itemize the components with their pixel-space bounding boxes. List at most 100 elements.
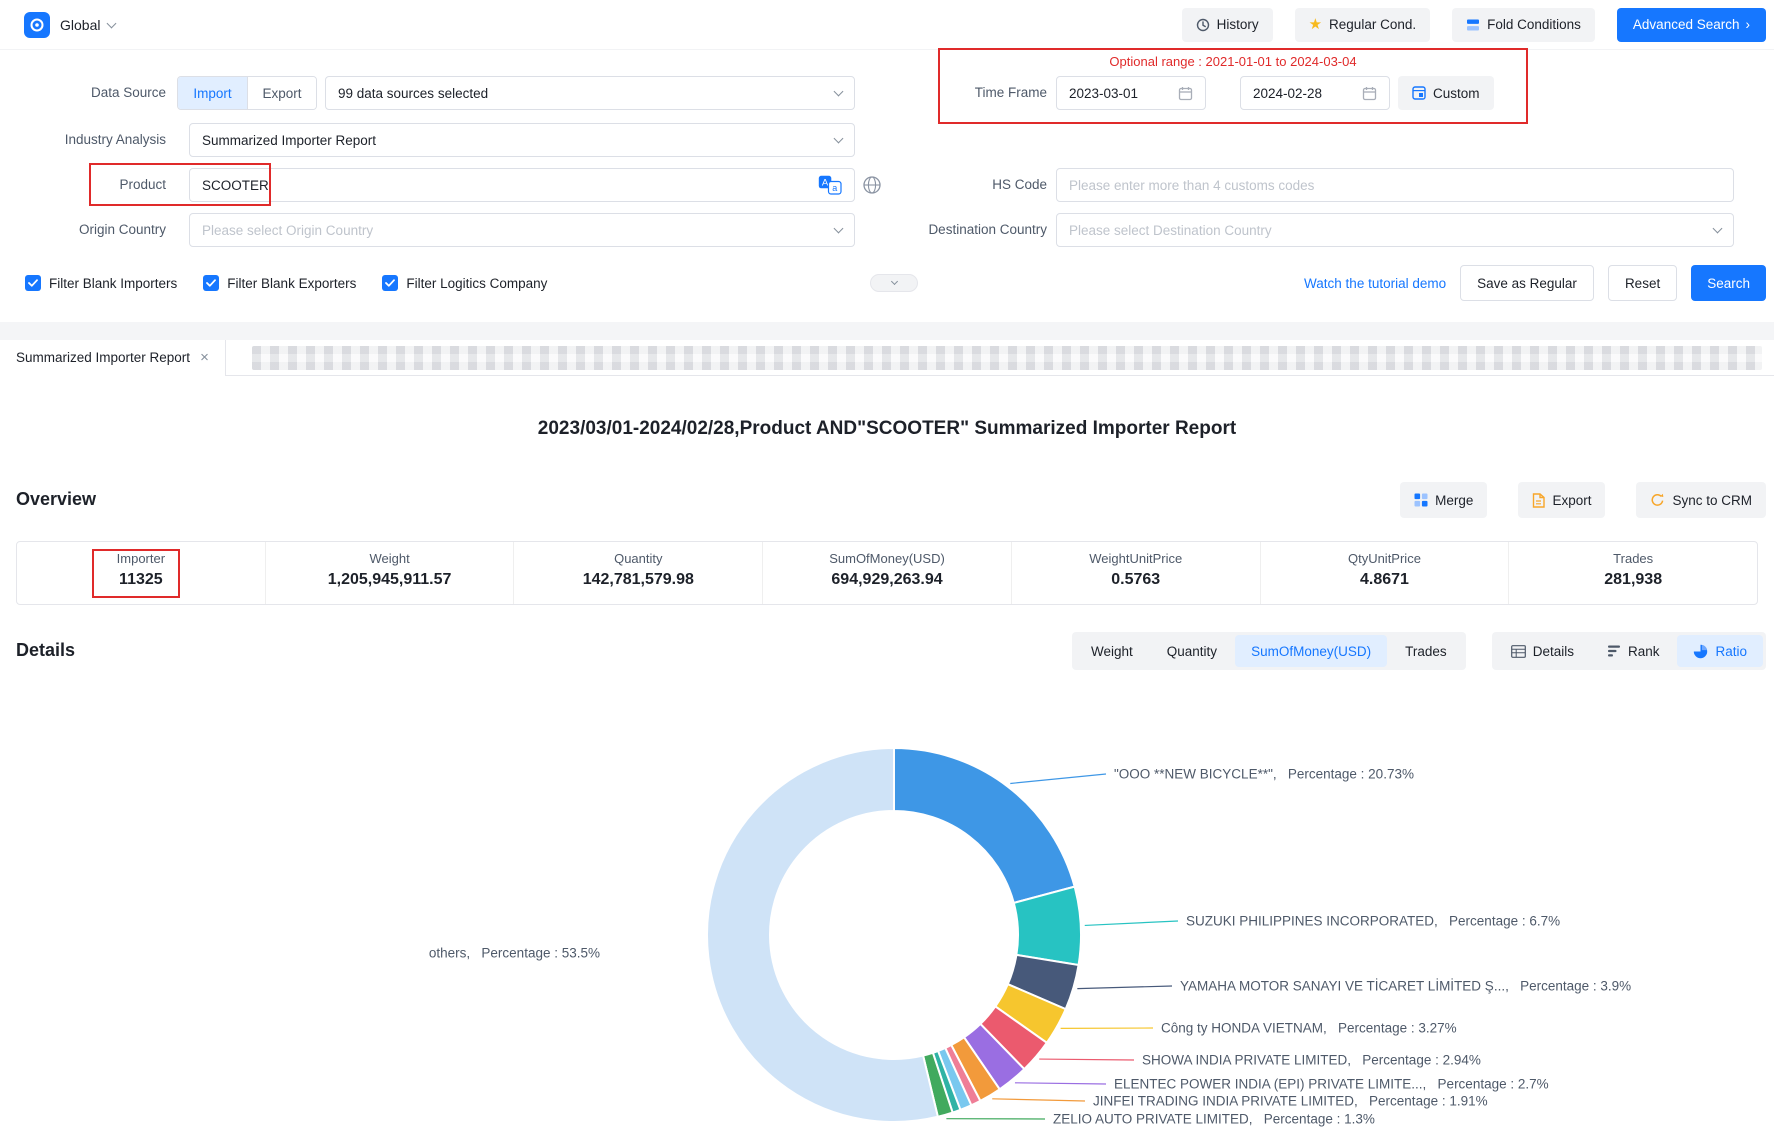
- stat-qty-unit-price: QtyUnitPrice 4.8671: [1260, 542, 1509, 604]
- pie-label: Công ty HONDA VIETNAM, Percentage : 3.27…: [1161, 1021, 1457, 1036]
- stat-quantity: Quantity 142,781,579.98: [513, 542, 762, 604]
- tab-weight[interactable]: Weight: [1075, 635, 1149, 667]
- pie-label: ZELIO AUTO PRIVATE LIMITED, Percentage :…: [1053, 1112, 1375, 1127]
- pie-icon: [1693, 644, 1708, 659]
- form-actions: Watch the tutorial demo Save as Regular …: [1304, 263, 1766, 303]
- filter-logistics-company-checkbox[interactable]: Filter Logitics Company: [382, 275, 547, 291]
- end-date-value: 2024-02-28: [1253, 86, 1322, 101]
- overview-heading: Overview: [16, 489, 96, 510]
- export-button[interactable]: Export: [1518, 482, 1605, 518]
- destination-country-label: Destination Country: [889, 213, 1047, 247]
- rank-bars-icon: [1608, 645, 1621, 657]
- stat-label: SumOfMoney(USD): [763, 551, 1011, 566]
- custom-range-icon: [1412, 86, 1426, 100]
- filter-blank-importers-checkbox[interactable]: Filter Blank Importers: [25, 275, 177, 291]
- collapse-conditions-button[interactable]: [870, 274, 918, 292]
- tab-details-view[interactable]: Details: [1495, 635, 1590, 667]
- checkbox-checked-icon: [203, 275, 219, 291]
- sync-to-crm-button[interactable]: Sync to CRM: [1636, 482, 1766, 518]
- fold-conditions-button[interactable]: Fold Conditions: [1452, 8, 1595, 42]
- regular-cond-label: Regular Cond.: [1329, 17, 1416, 32]
- tab-summarized-importer-report[interactable]: Summarized Importer Report ×: [0, 340, 226, 376]
- topbar-left: Global: [24, 12, 115, 38]
- stat-value: 281,938: [1509, 571, 1757, 589]
- hs-code-label: HS Code: [889, 168, 1047, 202]
- filter-checkbox-group: Filter Blank Importers Filter Blank Expo…: [25, 263, 547, 303]
- start-date-input[interactable]: 2023-03-01: [1056, 76, 1206, 110]
- tab-quantity[interactable]: Quantity: [1151, 635, 1233, 667]
- tab-ratio-view[interactable]: Ratio: [1677, 635, 1763, 667]
- region-selector[interactable]: Global: [60, 17, 115, 33]
- import-tab[interactable]: Import: [178, 77, 247, 109]
- topbar-right: History ★ Regular Cond. Fold Conditions …: [1182, 8, 1766, 42]
- industry-analysis-value: Summarized Importer Report: [202, 133, 376, 148]
- pie-segment[interactable]: [894, 748, 1075, 903]
- tutorial-demo-link[interactable]: Watch the tutorial demo: [1304, 276, 1446, 291]
- stat-label: Trades: [1509, 551, 1757, 566]
- fold-conditions-icon: [1466, 18, 1480, 32]
- region-label: Global: [60, 17, 100, 33]
- stat-trades: Trades 281,938: [1508, 542, 1757, 604]
- export-tab[interactable]: Export: [247, 77, 316, 109]
- pie-label: ELENTEC POWER INDIA (EPI) PRIVATE LIMITE…: [1114, 1077, 1549, 1092]
- metric-tab-group: Weight Quantity SumOfMoney(USD) Trades: [1072, 632, 1466, 670]
- stat-value: 142,781,579.98: [514, 571, 762, 589]
- stat-label: Importer: [17, 551, 265, 566]
- stat-value: 4.8671: [1261, 571, 1509, 589]
- filter-label: Filter Blank Importers: [49, 276, 177, 291]
- reset-button[interactable]: Reset: [1608, 265, 1677, 301]
- calendar-icon: [1362, 86, 1377, 101]
- hs-code-input[interactable]: [1056, 168, 1734, 202]
- sync-icon: [1650, 493, 1665, 507]
- overview-stats-card: Importer 11325 Weight 1,205,945,911.57 Q…: [16, 541, 1758, 605]
- start-date-value: 2023-03-01: [1069, 86, 1138, 101]
- chevron-down-icon: [890, 278, 897, 285]
- destination-country-select[interactable]: Please select Destination Country: [1056, 213, 1734, 247]
- stat-value: 694,929,263.94: [763, 571, 1011, 589]
- search-button[interactable]: Search: [1691, 265, 1766, 301]
- merge-button[interactable]: Merge: [1400, 482, 1487, 518]
- stat-value: 1,205,945,911.57: [266, 571, 514, 589]
- industry-analysis-select[interactable]: Summarized Importer Report: [189, 123, 855, 157]
- app-logo[interactable]: [24, 12, 50, 38]
- product-input[interactable]: [189, 168, 855, 202]
- pie-leader-line: [1039, 1059, 1134, 1060]
- chevron-down-icon: [834, 134, 844, 144]
- filter-blank-exporters-checkbox[interactable]: Filter Blank Exporters: [203, 275, 356, 291]
- pie-leader-line: [1077, 986, 1172, 989]
- close-icon[interactable]: ×: [200, 350, 209, 365]
- stat-importer: Importer 11325: [17, 542, 265, 604]
- industry-analysis-label: Industry Analysis: [8, 123, 166, 157]
- save-as-regular-button[interactable]: Save as Regular: [1460, 265, 1594, 301]
- globe-icon[interactable]: [862, 175, 882, 195]
- origin-country-select[interactable]: Please select Origin Country: [189, 213, 855, 247]
- optional-range-note: Optional range : 2021-01-01 to 2024-03-0…: [938, 54, 1528, 69]
- translate-icon[interactable]: Aa: [818, 175, 842, 195]
- data-sources-select[interactable]: 99 data sources selected: [325, 76, 855, 110]
- stat-sum-of-money: SumOfMoney(USD) 694,929,263.94: [762, 542, 1011, 604]
- end-date-input[interactable]: 2024-02-28: [1240, 76, 1390, 110]
- history-button[interactable]: History: [1182, 8, 1273, 42]
- chevron-down-icon: [1713, 224, 1723, 234]
- star-icon: ★: [1309, 17, 1322, 32]
- table-icon: [1511, 645, 1526, 658]
- svg-text:a: a: [832, 183, 837, 193]
- logo-icon: [29, 17, 45, 33]
- history-label: History: [1217, 17, 1259, 32]
- svg-text:A: A: [822, 177, 829, 188]
- custom-range-label: Custom: [1433, 86, 1480, 101]
- tab-sum-of-money[interactable]: SumOfMoney(USD): [1235, 635, 1387, 667]
- fold-conditions-label: Fold Conditions: [1487, 17, 1581, 32]
- stat-label: QtyUnitPrice: [1261, 551, 1509, 566]
- tab-rank-view[interactable]: Rank: [1592, 635, 1676, 667]
- custom-range-button[interactable]: Custom: [1398, 76, 1494, 110]
- regular-cond-button[interactable]: ★ Regular Cond.: [1295, 8, 1431, 42]
- import-export-toggle: Import Export: [177, 76, 317, 110]
- sync-to-crm-label: Sync to CRM: [1672, 493, 1752, 508]
- pie-label: SHOWA INDIA PRIVATE LIMITED, Percentage …: [1142, 1053, 1481, 1068]
- ratio-donut-chart: "OOO **NEW BICYCLE**", Percentage : 20.7…: [0, 690, 1774, 1139]
- tab-trades[interactable]: Trades: [1389, 635, 1463, 667]
- overview-actions: Merge Export Sync to CRM: [1400, 482, 1766, 518]
- pie-label: SUZUKI PHILIPPINES INCORPORATED, Percent…: [1186, 914, 1560, 929]
- advanced-search-button[interactable]: Advanced Search ›: [1617, 8, 1766, 42]
